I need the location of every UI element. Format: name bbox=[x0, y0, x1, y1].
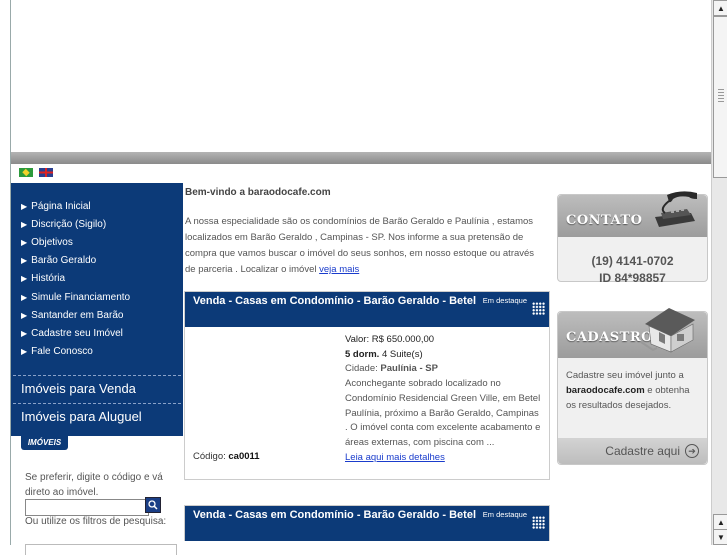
sidebar: ▶ Página Inicial ▶ Discrição (Sigilo) ▶ Obj… bbox=[11, 183, 183, 555]
scrollbar-grip bbox=[718, 89, 724, 103]
sidebar-item-historia[interactable]: ▶ História bbox=[11, 270, 183, 288]
triangle-right-icon: ▶ bbox=[21, 256, 28, 266]
filter-select[interactable] bbox=[25, 544, 177, 555]
code-input[interactable] bbox=[25, 499, 149, 516]
sidebar-item-label: História bbox=[31, 273, 66, 285]
sidebar-item-pagina-inicial[interactable]: ▶ Página Inicial bbox=[11, 197, 183, 215]
triangle-right-icon: ▶ bbox=[21, 274, 28, 284]
contato-box: CONTATO (19) 4141-0702 ID 84*98857 bbox=[557, 191, 708, 285]
triangle-right-icon: ▶ bbox=[21, 237, 28, 247]
listing-price: Valor: R$ 650.000,00 bbox=[345, 334, 435, 345]
contato-header: CONTATO bbox=[558, 191, 707, 237]
code-value: ca0011 bbox=[228, 451, 260, 462]
search-icon bbox=[148, 500, 158, 510]
phone-number: (19) 4141-0702 bbox=[591, 254, 674, 268]
intro-paragraph: A nossa especialidade são os condomínios… bbox=[185, 214, 535, 278]
sidebar-item-simule-financiamento[interactable]: ▶ Simule Financiamento bbox=[11, 288, 183, 306]
listing-title[interactable]: Venda - Casas em Condomínio - Barão Gera… bbox=[193, 508, 483, 523]
vertical-scrollbar[interactable]: ▲ ▲ ▼ bbox=[711, 0, 727, 545]
imoveis-search-box: IMÓVEIS Se preferir, digite o código e v… bbox=[11, 433, 183, 555]
listing-card: Venda - Casas em Condomínio - Barão Gera… bbox=[184, 505, 550, 541]
listing-body: Código: ca0011 Valor: R$ 650.000,00 5 do… bbox=[185, 327, 549, 479]
listing-city: Cidade: Paulínia - SP bbox=[345, 362, 543, 377]
veja-mais-link[interactable]: veja mais bbox=[319, 264, 359, 275]
dorm-count: 5 dorm. bbox=[345, 348, 380, 360]
triangle-right-icon: ▶ bbox=[21, 328, 28, 338]
sidebar-item-label: Fale Conosco bbox=[31, 346, 93, 358]
filter-text: Ou utilize os filtros de pesquisa: bbox=[25, 516, 167, 527]
scroll-up-button[interactable]: ▲ bbox=[713, 0, 727, 16]
destaque-label: Em destaque bbox=[482, 510, 527, 519]
cadastre-button-label: Cadastre aqui bbox=[605, 444, 680, 458]
grid-icon bbox=[532, 302, 545, 315]
sidebar-item-santander[interactable]: ▶ Santander em Barão bbox=[11, 306, 183, 324]
listing-code: Código: ca0011 bbox=[193, 451, 260, 462]
sidebar-item-label: Santander em Barão bbox=[31, 309, 124, 321]
language-flags bbox=[19, 168, 53, 177]
triangle-right-icon: ▶ bbox=[21, 347, 28, 357]
listing-header[interactable]: Venda - Casas em Condomínio - Barão Gera… bbox=[185, 506, 549, 541]
sidebar-item-label: Discrição (Sigilo) bbox=[31, 218, 107, 230]
destaque-label: Em destaque bbox=[482, 296, 527, 305]
cadastro-site: baraodocafe.com bbox=[566, 385, 645, 396]
details-link[interactable]: Leia aqui mais detalhes bbox=[345, 452, 445, 463]
brazil-flag-icon[interactable] bbox=[19, 168, 33, 177]
suite-count: 4 Suite(s) bbox=[379, 348, 423, 360]
city-label: Cidade: bbox=[345, 363, 381, 375]
header-bar bbox=[11, 152, 711, 164]
intro-text: A nossa especialidade são os condomínios… bbox=[185, 216, 535, 275]
listing-rooms: 5 dorm. 4 Suite(s) bbox=[345, 348, 543, 363]
sidebar-item-objetivos[interactable]: ▶ Objetivos bbox=[11, 233, 183, 251]
sidebar-item-label: Página Inicial bbox=[31, 200, 91, 212]
window-left-margin bbox=[0, 0, 10, 545]
cadastro-text: Cadastre seu imóvel junto a baraodocafe.… bbox=[558, 358, 707, 413]
triangle-right-icon: ▶ bbox=[21, 292, 28, 302]
cadastro-box: CADASTRO Cadastre seu imóvel junto a bar… bbox=[557, 308, 708, 465]
scroll-down-button[interactable]: ▼ bbox=[713, 529, 727, 545]
sidebar-item-label: Barão Geraldo bbox=[31, 255, 97, 267]
triangle-right-icon: ▶ bbox=[21, 310, 28, 320]
telephone-icon bbox=[655, 191, 697, 227]
welcome-heading: Bem-vindo a baraodocafe.com bbox=[185, 187, 331, 198]
sidebar-item-label: Simule Financiamento bbox=[31, 291, 131, 303]
sidebar-item-cadastre-imovel[interactable]: ▶ Cadastre seu Imóvel bbox=[11, 324, 183, 342]
sidebar-item-label: Cadastre seu Imóvel bbox=[31, 327, 123, 339]
sidebar-item-barao-geraldo[interactable]: ▶ Barão Geraldo bbox=[11, 252, 183, 270]
cadastro-header: CADASTRO bbox=[558, 308, 707, 358]
cadastro-text-before: Cadastre seu imóvel junto a bbox=[566, 370, 684, 381]
listing-info: Valor: R$ 650.000,00 5 dorm. 4 Suite(s) … bbox=[345, 333, 543, 465]
listing-title[interactable]: Venda - Casas em Condomínio - Barão Gera… bbox=[193, 294, 483, 309]
city-value: Paulínia - SP bbox=[380, 363, 438, 375]
grid-icon bbox=[532, 516, 545, 529]
listing-description: Aconchegante sobrado localizado no Condo… bbox=[345, 378, 541, 448]
sidebar-menu: ▶ Página Inicial ▶ Discrição (Sigilo) ▶ Obj… bbox=[11, 183, 183, 361]
arrow-right-circle-icon: ➔ bbox=[685, 444, 699, 458]
imoveis-venda-link[interactable]: Imóveis para Venda bbox=[11, 376, 183, 403]
scroll-up-button-lower[interactable]: ▲ bbox=[713, 514, 727, 530]
contato-title: CONTATO bbox=[566, 213, 643, 228]
listing-header[interactable]: Venda - Casas em Condomínio - Barão Gera… bbox=[185, 292, 549, 327]
header-area bbox=[11, 0, 711, 152]
uk-flag-icon[interactable] bbox=[39, 168, 53, 177]
search-button[interactable] bbox=[145, 497, 161, 513]
code-prompt: Se preferir, digite o código e vá direto… bbox=[25, 472, 163, 498]
cadastre-aqui-button[interactable]: Cadastre aqui ➔ bbox=[558, 438, 707, 464]
page: ▶ Página Inicial ▶ Discrição (Sigilo) ▶ Obj… bbox=[10, 0, 711, 555]
sidebar-item-discricao[interactable]: ▶ Discrição (Sigilo) bbox=[11, 215, 183, 233]
imoveis-tab: IMÓVEIS bbox=[21, 434, 68, 450]
imoveis-aluguel-link[interactable]: Imóveis para Aluguel bbox=[11, 404, 183, 431]
contact-id: ID 84*98857 bbox=[599, 271, 666, 285]
sidebar-item-label: Objetivos bbox=[31, 236, 73, 248]
code-label: Código: bbox=[193, 451, 229, 462]
triangle-right-icon: ▶ bbox=[21, 219, 28, 229]
listing-card: Venda - Casas em Condomínio - Barão Gera… bbox=[184, 291, 550, 480]
scrollbar-thumb[interactable] bbox=[713, 16, 727, 178]
triangle-right-icon: ▶ bbox=[21, 201, 28, 211]
sidebar-item-fale-conosco[interactable]: ▶ Fale Conosco bbox=[11, 343, 183, 361]
house-icon bbox=[640, 308, 695, 353]
